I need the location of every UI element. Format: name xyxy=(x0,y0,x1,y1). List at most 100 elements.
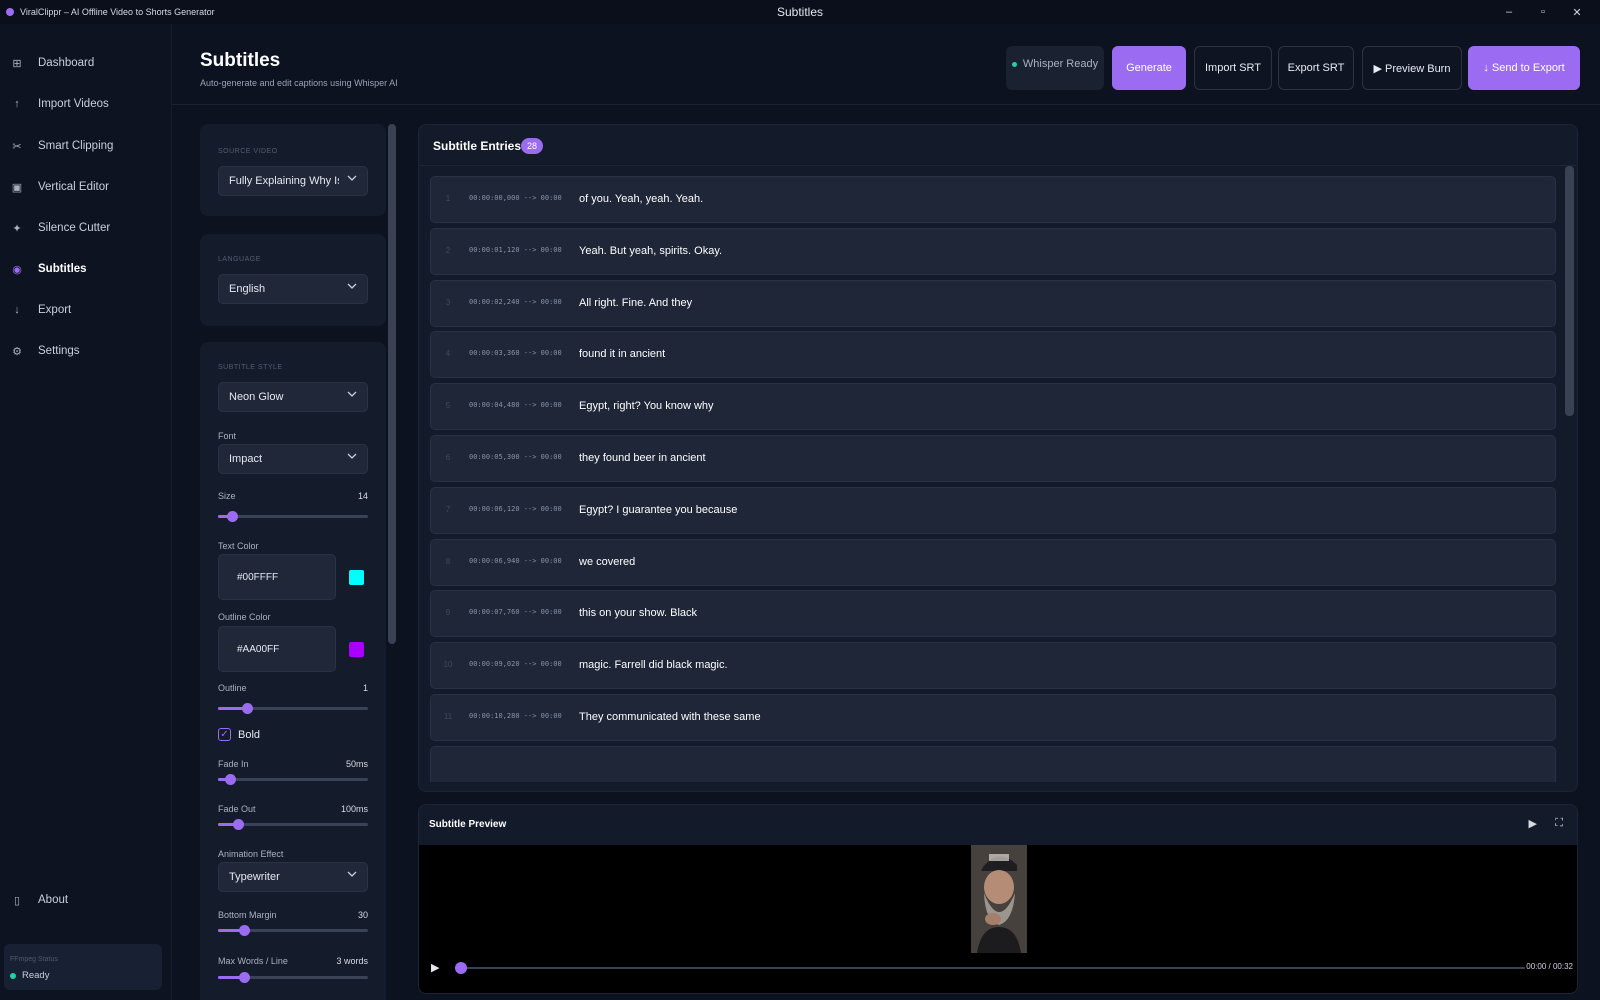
entry-text[interactable]: Yeah. But yeah, spirits. Okay. xyxy=(579,245,722,257)
source-video-select[interactable]: Fully Explaining Why Is xyxy=(218,166,368,196)
entry-text[interactable]: we covered xyxy=(579,556,635,568)
entry-text[interactable]: they found beer in ancient xyxy=(579,452,706,464)
slider-knob[interactable] xyxy=(241,703,253,714)
sidebar: ⊞ Dashboard ↑ Import Videos ✂ Smart Clip… xyxy=(0,24,172,1000)
sidebar-item-dashboard[interactable]: ⊞ Dashboard xyxy=(0,49,172,77)
entry-text[interactable]: magic. Farrell did black magic. xyxy=(579,659,728,671)
subtitle-style-select[interactable]: Neon Glow xyxy=(218,382,368,412)
settings-scrollbar[interactable] xyxy=(388,124,396,644)
timeline-track[interactable] xyxy=(459,967,1525,969)
preview-burn-button[interactable]: ▶ Preview Burn xyxy=(1362,46,1462,90)
slider-knob[interactable] xyxy=(238,972,250,983)
export-srt-button[interactable]: Export SRT xyxy=(1278,46,1354,90)
entry-text[interactable]: of you. Yeah, yeah. Yeah. xyxy=(579,193,703,205)
slider-knob[interactable] xyxy=(226,511,238,522)
close-button[interactable]: ✕ xyxy=(1560,6,1594,19)
maximize-button[interactable]: ▫ xyxy=(1526,6,1560,18)
fade-in-slider[interactable] xyxy=(218,774,368,785)
size-slider[interactable] xyxy=(218,511,368,522)
subtitle-entry-row[interactable]: 7 00:00:06,120 --> 00:00 Egypt? I guarante… xyxy=(430,486,1556,534)
slider-knob[interactable] xyxy=(232,819,244,830)
source-video-label: SOURCE VIDEO xyxy=(218,148,278,155)
video-preview[interactable]: ▶ 00:00 / 00:32 xyxy=(419,845,1577,993)
sidebar-item-subtitles[interactable]: ◉ Subtitles xyxy=(0,255,172,283)
subtitle-entry-row[interactable]: 3 00:00:02,240 --> 00:00 All right. Fine. … xyxy=(430,279,1556,327)
subtitle-style-label: SUBTITLE STYLE xyxy=(218,364,283,371)
sidebar-item-export[interactable]: ↓ Export xyxy=(0,296,172,324)
status-dot-icon xyxy=(1011,61,1017,67)
entry-text[interactable]: this on your show. Black xyxy=(579,607,697,619)
entry-timecode[interactable]: 00:00:07,760 --> 00:00 xyxy=(469,608,562,616)
sidebar-item-silence-cutter[interactable]: ✦ Silence Cutter xyxy=(0,214,172,242)
max-words-value: 3 words xyxy=(336,956,368,966)
entry-text[interactable]: Egypt? I guarantee you because xyxy=(579,504,737,516)
ffmpeg-status-label: FFmpeg Status xyxy=(10,956,58,963)
subtitle-preview-title: Subtitle Preview xyxy=(429,819,507,830)
subtitle-entry-row[interactable] xyxy=(430,745,1556,782)
entry-number: 3 xyxy=(445,297,451,307)
video-thumbnail xyxy=(971,845,1027,953)
subtitle-style-value: Neon Glow xyxy=(229,391,284,403)
entry-timecode[interactable]: 00:00:04,480 --> 00:00 xyxy=(469,401,562,409)
fade-in-value: 50ms xyxy=(345,759,368,769)
outline-slider[interactable] xyxy=(218,703,368,714)
entry-timecode[interactable]: 00:00:00,000 --> 00:00 xyxy=(469,194,562,202)
subtitle-entry-row[interactable]: 2 00:00:01,120 --> 00:00 Yeah. But yeah, s… xyxy=(430,227,1556,275)
entry-timecode[interactable]: 00:00:06,940 --> 00:00 xyxy=(469,557,562,565)
sidebar-item-settings[interactable]: ⚙ Settings xyxy=(0,337,172,365)
entry-text[interactable]: All right. Fine. And they xyxy=(579,297,692,309)
source-video-card: SOURCE VIDEO Fully Explaining Why Is xyxy=(200,124,386,216)
subtitle-entry-row[interactable]: 1 00:00:00,000 --> 00:00 of you. Yeah, yea… xyxy=(430,176,1556,223)
fullscreen-icon[interactable]: ⛶ xyxy=(1555,817,1563,830)
font-value: Impact xyxy=(229,453,263,465)
subtitle-entry-row[interactable]: 4 00:00:03,360 --> 00:00 found it in ancie… xyxy=(430,331,1556,379)
entry-timecode[interactable]: 00:00:02,240 --> 00:00 xyxy=(469,298,562,306)
entry-text[interactable]: They communicated with these same xyxy=(579,711,761,723)
text-color-input[interactable]: #00FFFF xyxy=(218,554,336,600)
generate-button[interactable]: Generate xyxy=(1112,46,1186,90)
import-srt-button[interactable]: Import SRT xyxy=(1194,46,1272,90)
slider-knob[interactable] xyxy=(225,774,236,785)
text-color-swatch[interactable] xyxy=(349,570,364,585)
animation-effect-value: Typewriter xyxy=(229,871,280,883)
sidebar-item-import-videos[interactable]: ↑ Import Videos xyxy=(0,90,172,118)
max-words-slider[interactable] xyxy=(218,972,368,983)
fade-out-slider[interactable] xyxy=(218,819,368,830)
timeline-knob[interactable] xyxy=(455,962,467,974)
subtitle-entry-row[interactable]: 5 00:00:04,480 --> 00:00 Egypt, right? You… xyxy=(430,383,1556,431)
entry-timecode[interactable]: 00:00:10,280 --> 00:00 xyxy=(469,712,562,720)
gear-icon: ⚙ xyxy=(12,345,22,358)
entry-timecode[interactable]: 00:00:09,020 --> 00:00 xyxy=(469,660,562,668)
font-select[interactable]: Impact xyxy=(218,444,368,474)
entry-timecode[interactable]: 00:00:03,360 --> 00:00 xyxy=(469,349,562,357)
bottom-margin-slider[interactable] xyxy=(218,925,368,936)
subtitle-entry-row[interactable]: 6 00:00:05,300 --> 00:00 they found beer i… xyxy=(430,435,1556,482)
play-icon[interactable]: ▶ xyxy=(1529,817,1537,830)
subtitle-entry-row[interactable]: 8 00:00:06,940 --> 00:00 we covered xyxy=(430,538,1556,586)
play-button[interactable]: ▶ xyxy=(431,961,439,974)
send-to-export-button[interactable]: ↓ Send to Export xyxy=(1468,46,1580,90)
subtitle-entry-row[interactable]: 9 00:00:07,760 --> 00:00 this on your show… xyxy=(430,590,1556,638)
bold-checkbox[interactable]: ✓ xyxy=(218,728,231,741)
minimize-button[interactable]: – xyxy=(1492,6,1526,18)
slider-knob[interactable] xyxy=(238,925,250,936)
subtitle-entry-row[interactable]: 11 00:00:10,280 --> 00:00 They communicate… xyxy=(430,694,1556,741)
sidebar-item-vertical-editor[interactable]: ▣ Vertical Editor xyxy=(0,173,172,201)
sidebar-item-label: Settings xyxy=(38,345,80,357)
sidebar-item-about[interactable]: ▯ About xyxy=(0,886,172,914)
sidebar-item-label: Silence Cutter xyxy=(38,222,111,234)
dot-icon: ◉ xyxy=(12,263,22,276)
entry-timecode[interactable]: 00:00:05,300 --> 00:00 xyxy=(469,453,562,461)
outline-color-swatch[interactable] xyxy=(349,642,364,657)
entries-scrollbar[interactable] xyxy=(1565,166,1574,416)
fade-out-label: Fade Out xyxy=(218,804,256,814)
sidebar-item-smart-clipping[interactable]: ✂ Smart Clipping xyxy=(0,132,172,160)
outline-color-input[interactable]: #AA00FF xyxy=(218,626,336,672)
entry-timecode[interactable]: 00:00:01,120 --> 00:00 xyxy=(469,246,562,254)
entry-timecode[interactable]: 00:00:06,120 --> 00:00 xyxy=(469,505,562,513)
entry-text[interactable]: found it in ancient xyxy=(579,348,665,360)
language-select[interactable]: English xyxy=(218,274,368,304)
animation-effect-select[interactable]: Typewriter xyxy=(218,862,368,892)
subtitle-entry-row[interactable]: 10 00:00:09,020 --> 00:00 magic. Farrell d… xyxy=(430,642,1556,690)
entry-text[interactable]: Egypt, right? You know why xyxy=(579,400,714,412)
